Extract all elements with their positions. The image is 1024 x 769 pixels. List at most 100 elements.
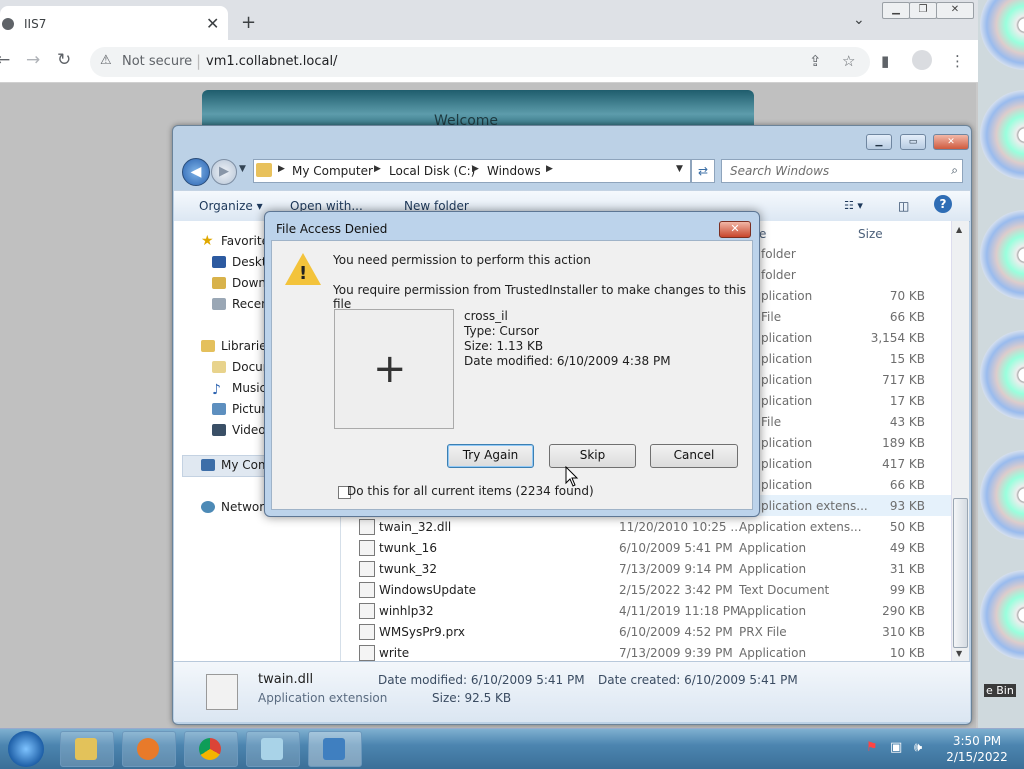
file-size: 290 KB — [882, 604, 925, 618]
breadcrumb-arrow-icon[interactable]: ▶ — [546, 164, 553, 174]
desktop-wallpaper-disc — [980, 570, 1024, 660]
notepad-icon — [261, 738, 283, 760]
file-date: 6/10/2009 4:52 PM — [619, 625, 733, 639]
computer-icon — [201, 459, 215, 471]
desktop-wallpaper-disc — [980, 90, 1024, 180]
table-row[interactable]: twunk_16 6/10/2009 5:41 PM Application 49 K… — [341, 537, 953, 558]
file-size: 10 KB — [889, 646, 925, 660]
volume-icon[interactable]: 🕪 — [914, 740, 922, 755]
warning-icon[interactable]: ⚠ — [100, 53, 116, 69]
breadcrumb-my-computer[interactable]: My Computer — [292, 164, 373, 178]
close-icon[interactable]: ✕ — [933, 134, 969, 150]
url-text[interactable]: vm1.collabnet.local/ — [206, 54, 337, 69]
close-icon[interactable]: ✕ — [719, 221, 751, 238]
table-row[interactable]: winhlp32 4/11/2019 11:18 PM Application 290… — [341, 600, 953, 621]
taskbar-media-player[interactable] — [122, 731, 176, 767]
file-name: twain_32.dll — [379, 520, 452, 534]
forward-icon[interactable]: → — [26, 50, 40, 70]
maximize-icon[interactable]: ▭ — [900, 134, 926, 150]
music-icon: ♪ — [212, 382, 221, 398]
refresh-icon[interactable]: ⇄ — [691, 159, 715, 183]
table-row[interactable]: twunk_32 7/13/2009 9:14 PM Application 31 K… — [341, 558, 953, 579]
history-dropdown-icon[interactable]: ▼ — [239, 164, 246, 174]
profile-avatar-icon[interactable] — [912, 50, 932, 70]
taskbar-explorer[interactable] — [60, 731, 114, 767]
cursor-cross-icon: + — [373, 346, 407, 392]
skip-button[interactable]: Skip — [549, 444, 636, 468]
action-center-icon[interactable]: ⚑ — [866, 740, 878, 755]
search-input[interactable]: Search Windows ⌕ — [721, 159, 963, 183]
browser-tab-strip: IIS7 ✕ + ⌄ ▁ ❐ ✕ — [0, 0, 980, 40]
file-type: Type: Cursor — [464, 324, 539, 338]
bookmark-star-icon[interactable]: ☆ — [842, 52, 855, 70]
scroll-down-icon[interactable]: ▼ — [956, 649, 962, 658]
back-icon[interactable]: ← — [0, 50, 10, 70]
table-row[interactable]: WindowsUpdate 2/15/2022 3:42 PM Text Docum… — [341, 579, 953, 600]
network-tray-icon[interactable]: ▣ — [890, 740, 902, 755]
system-clock[interactable]: 3:50 PM 2/15/2022 — [942, 733, 1012, 765]
share-icon[interactable]: ⇪ — [809, 52, 822, 70]
nav-my-computer[interactable]: My Com — [221, 458, 270, 472]
preview-pane-icon[interactable]: ◫ — [898, 199, 909, 213]
cancel-button[interactable]: Cancel — [650, 444, 738, 468]
try-again-button[interactable]: Try Again — [447, 444, 534, 468]
breadcrumb-arrow-icon[interactable]: ▶ — [278, 164, 285, 174]
browser-tab[interactable]: IIS7 ✕ — [0, 6, 228, 40]
tab-search-button[interactable]: ⌄ — [853, 12, 865, 28]
welcome-banner: Welcome — [202, 90, 754, 130]
reload-icon[interactable]: ↻ — [57, 50, 71, 70]
file-type: plication — [761, 394, 813, 408]
address-bar[interactable]: ⚠ Not secure | vm1.collabnet.local/ — [90, 47, 870, 77]
file-size: 70 KB — [889, 289, 925, 303]
file-date: 7/13/2009 9:39 PM — [619, 646, 733, 660]
table-row[interactable]: twain_32.dll 11/20/2010 10:25 ... Applicat… — [341, 516, 953, 537]
new-tab-button[interactable]: + — [241, 12, 256, 33]
close-icon[interactable]: ✕ — [936, 2, 974, 19]
breadcrumb-arrow-icon[interactable]: ▶ — [374, 164, 381, 174]
restore-icon[interactable]: ❐ — [909, 2, 937, 19]
side-panel-icon[interactable]: ▮ — [881, 52, 889, 70]
minimize-icon[interactable]: ▁ — [866, 134, 892, 150]
start-button[interactable] — [8, 731, 44, 767]
breadcrumb-arrow-icon[interactable]: ▶ — [472, 164, 479, 174]
clock-time: 3:50 PM — [952, 734, 1002, 748]
address-dropdown-icon[interactable]: ▼ — [676, 164, 683, 174]
file-type: folder — [761, 268, 796, 282]
file-type: File — [761, 415, 782, 429]
apply-to-all-label[interactable]: Do this for all current items (2234 foun… — [347, 484, 594, 498]
back-icon[interactable]: ◀ — [182, 158, 210, 186]
menu-icon[interactable]: ⋮ — [950, 52, 965, 70]
minimize-icon[interactable]: ▁ — [882, 2, 910, 19]
tab-close-icon[interactable]: ✕ — [206, 14, 219, 33]
column-size-header[interactable]: Size — [858, 227, 883, 241]
nav-music[interactable]: Music — [232, 381, 266, 395]
taskbar-control-panel[interactable] — [308, 731, 362, 767]
recycle-bin-label[interactable]: e Bin — [984, 684, 1016, 697]
table-row[interactable]: WMSysPr9.prx 6/10/2009 4:52 PM PRX File 310… — [341, 621, 953, 642]
table-row[interactable]: write 7/13/2009 9:39 PM Application 10 KB — [341, 642, 953, 663]
help-icon[interactable]: ? — [934, 195, 952, 213]
security-label[interactable]: Not secure — [122, 54, 192, 69]
address-separator: | — [196, 52, 202, 70]
column-type-header[interactable]: e — [759, 227, 766, 241]
forward-icon[interactable]: ▶ — [211, 159, 237, 185]
file-icon — [359, 540, 375, 556]
organize-button[interactable]: Organize ▾ — [199, 199, 263, 213]
file-size: 717 KB — [882, 373, 925, 387]
taskbar-chrome[interactable] — [184, 731, 238, 767]
search-icon[interactable]: ⌕ — [951, 163, 958, 178]
view-options-icon[interactable]: ☷ ▾ — [844, 199, 863, 212]
taskbar-notepad[interactable] — [246, 731, 300, 767]
breadcrumb-local-disk[interactable]: Local Disk (C:) — [389, 164, 475, 178]
breadcrumb-windows[interactable]: Windows — [487, 164, 541, 178]
file-type: PRX File — [739, 625, 787, 639]
chrome-icon — [199, 738, 221, 760]
file-name: twunk_32 — [379, 562, 437, 576]
explorer-address-bar[interactable]: ▶ My Computer ▶ Local Disk (C:) ▶ Window… — [253, 159, 691, 183]
file-size: 3,154 KB — [870, 331, 925, 345]
warning-exclamation: ! — [299, 263, 308, 284]
scroll-up-icon[interactable]: ▲ — [956, 225, 962, 234]
scrollbar-thumb[interactable] — [953, 498, 968, 648]
file-icon — [359, 603, 375, 619]
file-name: twunk_16 — [379, 541, 437, 555]
